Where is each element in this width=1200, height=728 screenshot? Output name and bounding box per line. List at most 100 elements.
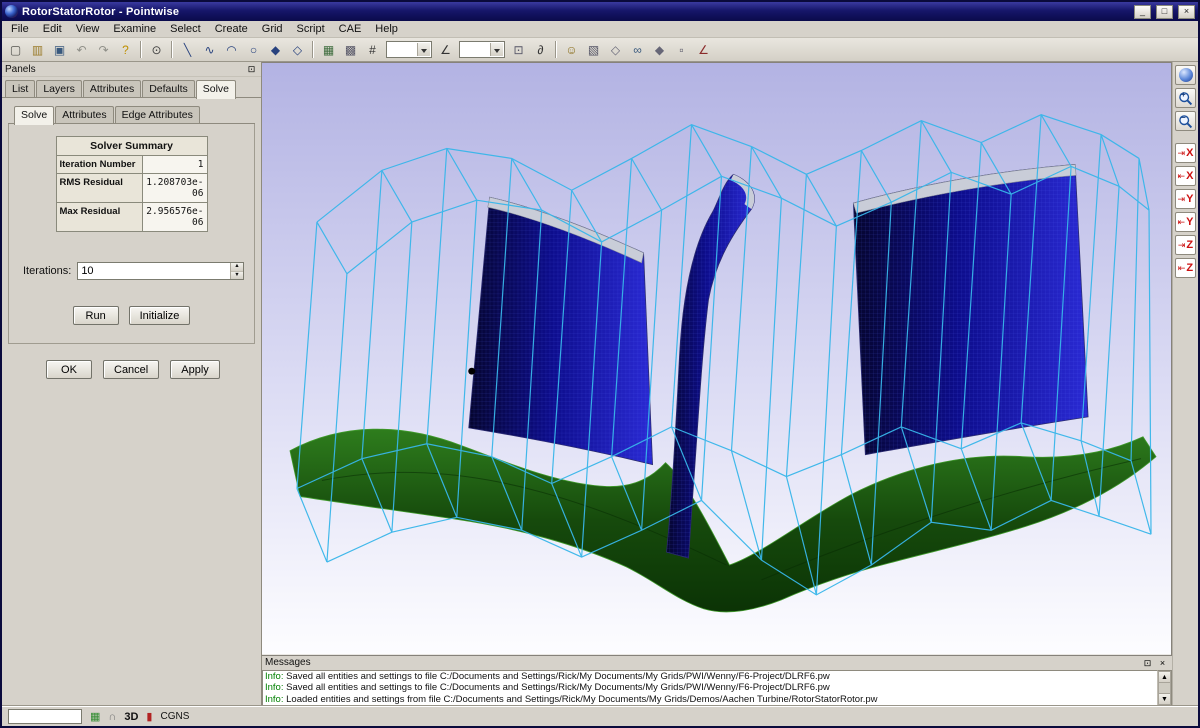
dimension-combo[interactable] bbox=[386, 41, 432, 58]
node-icon[interactable]: ◆ bbox=[649, 40, 670, 60]
run-button[interactable]: Run bbox=[73, 306, 119, 325]
angle-icon[interactable]: ∠ bbox=[435, 40, 456, 60]
block-icon[interactable]: ▧ bbox=[583, 40, 604, 60]
undo-icon[interactable]: ↶ bbox=[71, 40, 92, 60]
minimize-button[interactable]: _ bbox=[1134, 5, 1151, 19]
app-logo-icon bbox=[5, 5, 18, 18]
connector-join-icon[interactable]: ∞ bbox=[627, 40, 648, 60]
messages-close-icon[interactable]: × bbox=[1156, 657, 1169, 669]
menu-item[interactable]: Select bbox=[163, 22, 208, 36]
menu-item[interactable]: Grid bbox=[255, 22, 290, 36]
axis-letter: Z bbox=[1186, 262, 1193, 274]
ok-button[interactable]: OK bbox=[46, 360, 92, 379]
spacing-combo[interactable] bbox=[459, 41, 505, 58]
derivative-icon[interactable]: ∂ bbox=[530, 40, 551, 60]
maximize-button[interactable]: □ bbox=[1156, 5, 1173, 19]
scroll-up-icon[interactable]: ▲ bbox=[1158, 671, 1171, 683]
menu-item[interactable]: View bbox=[69, 22, 107, 36]
view-axis-buttons: ⇥X ⇤X ⇥Y ⇤Y ⇥Z ⇤Z bbox=[1175, 143, 1196, 278]
curve-spline-icon[interactable]: ∿ bbox=[199, 40, 220, 60]
help-icon[interactable]: ? bbox=[115, 40, 136, 60]
extrude-grid-icon[interactable]: ▩ bbox=[340, 40, 361, 60]
toolbar-separator bbox=[140, 41, 142, 58]
iterations-spinner[interactable]: ▲▼ bbox=[230, 263, 243, 279]
message-text: Saved all entities and settings to file … bbox=[284, 682, 830, 693]
axis-letter: X bbox=[1186, 170, 1193, 182]
messages-panel: Messages ⊡ × Info: Saved all entities an… bbox=[262, 656, 1172, 707]
view-plus-z-button[interactable]: ⇥Z bbox=[1175, 235, 1196, 255]
grid-status-icon[interactable]: ▦ bbox=[90, 710, 100, 723]
point-icon[interactable]: ◆ bbox=[265, 40, 286, 60]
menu-item[interactable]: Create bbox=[208, 22, 255, 36]
open-file-icon[interactable]: ▥ bbox=[27, 40, 48, 60]
solve-sub-tab[interactable]: Edge Attributes bbox=[115, 106, 200, 124]
summary-row-value: 1 bbox=[143, 156, 208, 174]
view-minus-y-button[interactable]: ⇤Y bbox=[1175, 212, 1196, 232]
view-minus-x-button[interactable]: ⇤X bbox=[1175, 166, 1196, 186]
examine-icon[interactable]: ☺ bbox=[561, 40, 582, 60]
panel-tab[interactable]: Defaults bbox=[142, 80, 195, 98]
status-command-input[interactable] bbox=[8, 709, 82, 724]
dialog-actions: OK Cancel Apply bbox=[46, 360, 255, 379]
summary-row: Iteration Number 1 bbox=[57, 156, 208, 174]
menu-item[interactable]: Edit bbox=[36, 22, 69, 36]
curve-line-icon[interactable]: ╲ bbox=[177, 40, 198, 60]
iterations-input[interactable] bbox=[78, 263, 230, 279]
panels-panel: Panels ⊡ ListLayersAttributesDefaultsSol… bbox=[2, 62, 262, 706]
menu-item[interactable]: CAE bbox=[332, 22, 369, 36]
zoom-out-button[interactable]: − bbox=[1175, 111, 1196, 131]
window-title: RotorStatorRotor - Pointwise bbox=[22, 6, 1129, 18]
view-plus-x-button[interactable]: ⇥X bbox=[1175, 143, 1196, 163]
menu-item[interactable]: File bbox=[4, 22, 36, 36]
app-window: RotorStatorRotor - Pointwise _ □ × FileE… bbox=[0, 0, 1200, 728]
messages-header: Messages ⊡ × bbox=[262, 656, 1172, 670]
dimension-icon[interactable]: # bbox=[362, 40, 383, 60]
apply-button[interactable]: Apply bbox=[170, 360, 220, 379]
solve-sub-tab[interactable]: Solve bbox=[14, 106, 54, 125]
measure-angle-icon[interactable]: ∠ bbox=[693, 40, 714, 60]
panel-tab[interactable]: Solve bbox=[196, 80, 236, 99]
save-file-icon[interactable]: ▣ bbox=[49, 40, 70, 60]
curve-arc-icon[interactable]: ◠ bbox=[221, 40, 242, 60]
axis-arrow-icon: ⇥ bbox=[1178, 194, 1186, 205]
menu-item[interactable]: Help bbox=[368, 22, 405, 36]
panel-tab[interactable]: List bbox=[5, 80, 35, 98]
redo-icon[interactable]: ↷ bbox=[93, 40, 114, 60]
close-button[interactable]: × bbox=[1178, 5, 1195, 19]
fit-view-button[interactable] bbox=[1175, 65, 1196, 85]
panel-tab[interactable]: Attributes bbox=[83, 80, 141, 98]
scrollbar-thumb[interactable] bbox=[1158, 683, 1171, 694]
new-file-icon[interactable]: ▢ bbox=[5, 40, 26, 60]
summary-row-label: RMS Residual bbox=[57, 174, 143, 203]
view-plus-y-button[interactable]: ⇥Y bbox=[1175, 189, 1196, 209]
messages-scrollbar[interactable]: ▲ ▼ bbox=[1157, 670, 1172, 707]
initialize-button[interactable]: Initialize bbox=[129, 306, 191, 325]
viewport-canvas[interactable] bbox=[262, 62, 1172, 656]
domain-icon[interactable]: ◇ bbox=[605, 40, 626, 60]
axis-letter: X bbox=[1186, 147, 1193, 159]
panel-tab[interactable]: Layers bbox=[36, 80, 82, 98]
view-minus-z-button[interactable]: ⇤Z bbox=[1175, 258, 1196, 278]
orient-icon[interactable]: ▫ bbox=[671, 40, 692, 60]
menu-item[interactable]: Script bbox=[290, 22, 332, 36]
segment-icon[interactable]: ◇ bbox=[287, 40, 308, 60]
structured-grid-icon[interactable]: ▦ bbox=[318, 40, 339, 60]
cancel-button[interactable]: Cancel bbox=[103, 360, 159, 379]
dimension-mode-label: 3D bbox=[124, 711, 138, 723]
selected-point[interactable] bbox=[468, 368, 475, 375]
toolbar: ▢▥▣↶↷?⊙╲∿◠○◆◇▦▩#∠⊡∂☺▧◇∞◆▫∠ bbox=[2, 38, 1198, 62]
select-trackball-icon[interactable]: ⊙ bbox=[146, 40, 167, 60]
menu-item[interactable]: Examine bbox=[106, 22, 163, 36]
panels-header: Panels ⊡ bbox=[2, 62, 261, 77]
messages-float-icon[interactable]: ⊡ bbox=[1141, 657, 1154, 669]
curve-circle-icon[interactable]: ○ bbox=[243, 40, 264, 60]
plus-sign: + bbox=[1181, 90, 1186, 99]
spin-down-icon[interactable]: ▼ bbox=[231, 271, 243, 280]
zoom-in-button[interactable]: + bbox=[1175, 88, 1196, 108]
panels-float-icon[interactable]: ⊡ bbox=[245, 63, 258, 75]
scroll-down-icon[interactable]: ▼ bbox=[1158, 693, 1171, 705]
spin-up-icon[interactable]: ▲ bbox=[231, 263, 243, 271]
solve-sub-tab[interactable]: Attributes bbox=[55, 106, 113, 124]
copy-attrs-icon[interactable]: ⊡ bbox=[508, 40, 529, 60]
magnet-icon[interactable]: ∩ bbox=[108, 711, 116, 723]
